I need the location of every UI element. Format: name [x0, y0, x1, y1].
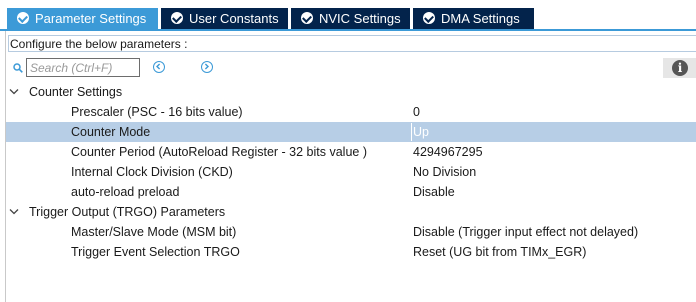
tab-label: User Constants [189, 11, 279, 26]
info-button[interactable]: i [663, 58, 696, 78]
tab-label: Parameter Settings [35, 11, 147, 26]
param-row-prescaler[interactable]: Prescaler (PSC - 16 bits value) 0 [6, 102, 696, 122]
tab-parameter-settings[interactable]: Parameter Settings [7, 8, 158, 29]
param-row-auto-reload-preload[interactable]: auto-reload preload Disable [6, 182, 696, 202]
param-value[interactable]: Disable [413, 182, 455, 202]
group-trigger-output[interactable]: Trigger Output (TRGO) Parameters [6, 202, 696, 222]
tab-label: NVIC Settings [319, 11, 401, 26]
check-circle-icon [301, 12, 313, 24]
param-value[interactable]: Up [413, 122, 429, 142]
param-name: Master/Slave Mode (MSM bit) [71, 225, 237, 239]
chevron-right-icon [204, 63, 210, 70]
search-input[interactable] [26, 58, 140, 77]
param-name: Trigger Event Selection TRGO [71, 245, 240, 259]
chevron-left-icon [155, 63, 161, 70]
param-value[interactable]: Reset (UG bit from TIMx_EGR) [413, 242, 586, 262]
tab-dma-settings[interactable]: DMA Settings [413, 8, 534, 29]
param-row-master-slave-mode[interactable]: Master/Slave Mode (MSM bit) Disable (Tri… [6, 222, 696, 242]
param-row-counter-period[interactable]: Counter Period (AutoReload Register - 32… [6, 142, 696, 162]
search-prev-button[interactable] [153, 61, 165, 73]
check-circle-icon [171, 12, 183, 24]
configure-label: Configure the below parameters : [8, 35, 696, 52]
param-name: Counter Period (AutoReload Register - 32… [71, 145, 367, 159]
param-value[interactable]: 0 [413, 102, 420, 122]
param-row-clock-division[interactable]: Internal Clock Division (CKD) No Divisio… [6, 162, 696, 182]
param-value[interactable]: Disable (Trigger input effect not delaye… [413, 222, 638, 242]
tab-nvic-settings[interactable]: NVIC Settings [291, 8, 410, 29]
param-row-counter-mode[interactable]: Counter Mode Up [6, 122, 696, 142]
chevron-down-icon[interactable] [9, 88, 19, 96]
param-name: Prescaler (PSC - 16 bits value) [71, 105, 243, 119]
parameter-panel: Configure the below parameters : i Count… [5, 31, 696, 302]
tab-user-constants[interactable]: User Constants [161, 8, 288, 29]
param-value[interactable]: No Division [413, 162, 476, 182]
param-row-trigger-event-selection[interactable]: Trigger Event Selection TRGO Reset (UG b… [6, 242, 696, 262]
tab-label: DMA Settings [441, 11, 520, 26]
check-circle-icon [17, 12, 29, 24]
param-value[interactable]: 4294967295 [413, 142, 483, 162]
info-icon: i [672, 60, 688, 76]
search-next-button[interactable] [201, 61, 213, 73]
check-circle-icon [423, 12, 435, 24]
value-editor[interactable] [411, 123, 696, 141]
group-counter-settings[interactable]: Counter Settings [6, 82, 696, 102]
group-label: Counter Settings [29, 85, 123, 99]
group-label: Trigger Output (TRGO) Parameters [29, 205, 226, 219]
search-icon [13, 63, 23, 73]
param-name: Counter Mode [71, 125, 151, 139]
param-name: Internal Clock Division (CKD) [71, 165, 233, 179]
chevron-down-icon[interactable] [9, 208, 19, 216]
tab-strip: Parameter Settings User Constants NVIC S… [0, 0, 696, 31]
param-name: auto-reload preload [71, 185, 180, 199]
